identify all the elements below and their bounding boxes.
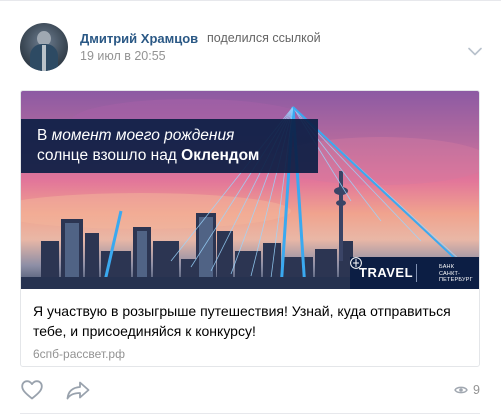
post-card: Дмитрий Храмцов поделился ссылкой 19 июл… [0,0,501,420]
eye-icon [454,386,468,394]
post-bottom-divider [20,413,480,414]
post-header: Дмитрий Храмцов поделился ссылкой 19 июл… [20,23,482,71]
banner-line-2-prefix: солнце взошло над [37,147,182,164]
banner-line-2-bold: Оклендом [181,147,260,164]
avatar-strap [42,45,46,71]
bank-logo-icon [350,257,362,269]
travel-badge: TRAVEL БАНК САНКТ- ПЕТЕРБУРГ [350,257,479,289]
avatar[interactable] [20,23,68,71]
link-domain: 6спб-рассвет.рф [33,347,125,361]
post-actions: 9 [0,373,501,409]
banner-line-2: солнце взошло над Оклендом [37,146,318,166]
travel-label: TRAVEL [359,265,414,280]
share-arrow-icon[interactable] [66,381,90,400]
heart-icon[interactable] [21,380,43,400]
bank-name-line-3: ПЕТЕРБУРГ [439,277,473,283]
views-count: 9 [473,383,480,397]
post-date-link[interactable]: 19 июл в 20:55 [80,49,166,63]
link-title[interactable]: Я участвую в розыгрыше путешествия! Узна… [33,301,453,341]
banner-line-1: В момент моего рождения [37,126,318,146]
banner-line-1-italic: момент моего рождения [51,127,235,144]
link-snippet[interactable]: В момент моего рождения солнце взошло на… [20,90,480,367]
chevron-down-icon[interactable] [468,47,482,56]
post-action-text: поделился ссылкой [207,31,321,45]
author-name-link[interactable]: Дмитрий Храмцов [80,31,198,46]
badge-divider [416,264,417,282]
bank-name: БАНК САНКТ- ПЕТЕРБУРГ [439,264,473,284]
banner-line-1-prefix: В [37,127,52,144]
promo-banner: В момент моего рождения солнце взошло на… [21,119,318,173]
link-image[interactable]: В момент моего рождения солнце взошло на… [21,91,479,289]
